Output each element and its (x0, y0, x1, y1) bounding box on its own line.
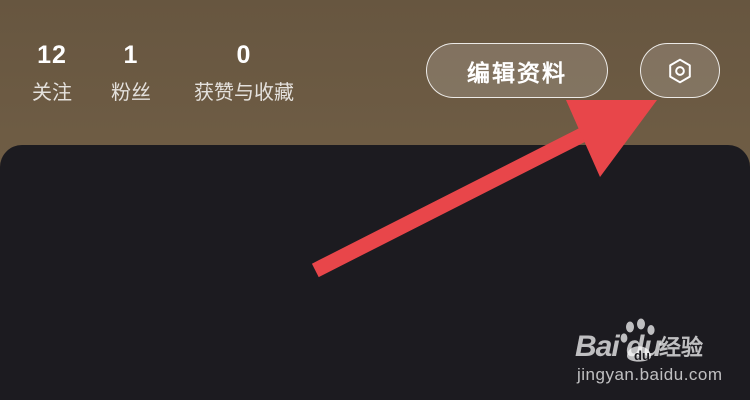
stat-following[interactable]: 12 关注 (22, 40, 82, 106)
stat-followers[interactable]: 1 粉丝 (101, 40, 161, 106)
paw-icon: du (620, 318, 655, 363)
likes-label: 获赞与收藏 (194, 80, 294, 104)
followers-label: 粉丝 (111, 80, 151, 104)
followers-count: 1 (123, 41, 139, 69)
baidu-jingyan-watermark: Bai du du 经验 jingyan.baidu.com (575, 318, 735, 388)
watermark-url: jingyan.baidu.com (577, 365, 723, 384)
stat-likes-collections[interactable]: 0 获赞与收藏 (184, 40, 304, 106)
edit-profile-button[interactable]: 编辑资料 (426, 43, 608, 98)
settings-button[interactable] (640, 43, 720, 98)
gear-icon (669, 58, 691, 83)
likes-count: 0 (236, 41, 252, 69)
jingyan-text: 经验 (659, 336, 704, 361)
following-label: 关注 (32, 80, 72, 104)
svg-text:du: du (634, 348, 650, 363)
following-count: 12 (37, 41, 67, 69)
